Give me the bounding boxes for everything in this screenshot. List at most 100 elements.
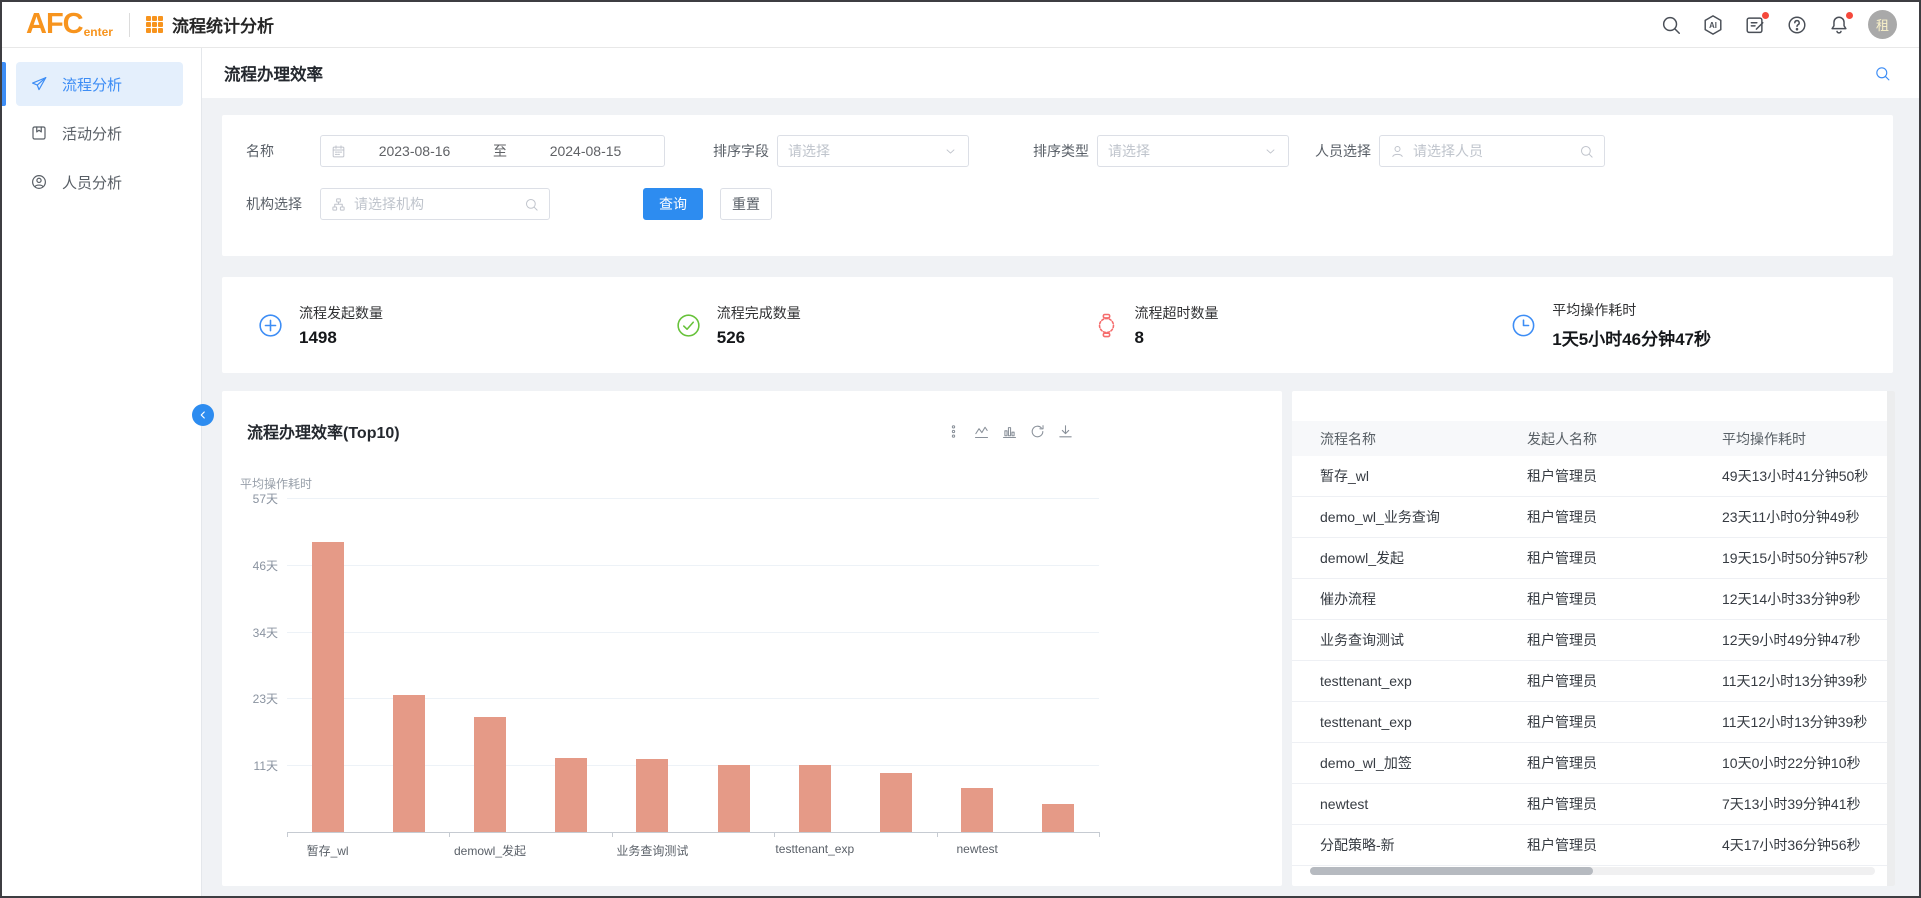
avg-duration-cell: 11天12小时13分钟39秒 — [1722, 712, 1895, 732]
sidebar-item-personnel-analysis[interactable]: 人员分析 — [16, 160, 183, 204]
x-tick-label: newtest — [957, 842, 998, 856]
process-name-cell: 业务查询测试 — [1320, 630, 1527, 650]
y-tick-label: 57天 — [222, 490, 278, 507]
chart-card: 流程办理效率(Top10) 平均操作耗时57天46天34天23天11天暂存_wl… — [222, 391, 1282, 886]
initiator-cell: 租户管理员 — [1527, 466, 1722, 486]
org-picker[interactable] — [320, 188, 550, 220]
y-tick-label: 46天 — [222, 557, 278, 574]
org-tree-icon — [331, 197, 346, 212]
table-row: 业务查询测试租户管理员12天9小时49分钟47秒 — [1292, 620, 1895, 661]
table-row: demowl_发起租户管理员19天15小时50分钟57秒 — [1292, 538, 1895, 579]
avg-duration-cell: 11天12小时13分钟39秒 — [1722, 671, 1895, 691]
horizontal-scrollbar — [1310, 867, 1875, 875]
reset-button[interactable]: 重置 — [720, 188, 772, 220]
org-input[interactable] — [354, 196, 516, 212]
sort-field-label: 排序字段 — [713, 141, 769, 161]
person-input[interactable] — [1413, 143, 1571, 159]
table-row: testtenant_exp租户管理员11天12小时13分钟39秒 — [1292, 661, 1895, 702]
svg-text:AI: AI — [1709, 21, 1717, 30]
stat-card-2: 流程超时数量8 — [1058, 303, 1476, 348]
chart-bar — [555, 758, 587, 832]
person-picker[interactable] — [1379, 135, 1605, 167]
page-title: 流程办理效率 — [224, 61, 323, 85]
sort-type-select[interactable] — [1097, 135, 1289, 167]
logo[interactable]: AFC enter — [26, 10, 113, 39]
process-name-cell: demo_wl_业务查询 — [1320, 507, 1527, 527]
person-icon — [30, 173, 62, 191]
table-row: 分配策略-新租户管理员4天17小时36分钟56秒 — [1292, 825, 1895, 866]
initiator-cell: 租户管理员 — [1527, 794, 1722, 814]
avg-duration-cell: 23天11小时0分钟49秒 — [1722, 507, 1895, 527]
send-icon — [30, 75, 62, 93]
initiator-cell: 租户管理员 — [1527, 507, 1722, 527]
table-row: 暂存_wl租户管理员49天13小时41分钟50秒 — [1292, 456, 1895, 497]
initiator-cell: 租户管理员 — [1527, 548, 1722, 568]
stat-label: 平均操作耗时 — [1552, 300, 1711, 320]
sort-type-label: 排序类型 — [1033, 141, 1089, 161]
initiator-cell: 租户管理员 — [1527, 835, 1722, 855]
horizontal-scrollbar-thumb[interactable] — [1310, 867, 1593, 875]
process-name-cell: testtenant_exp — [1320, 714, 1527, 730]
search-icon — [1579, 144, 1594, 159]
search-icon[interactable] — [1660, 14, 1682, 36]
stat-value: 8 — [1135, 328, 1219, 348]
stat-value: 1天5小时46分钟47秒 — [1552, 325, 1711, 350]
sidebar-item-activity-analysis[interactable]: 活动分析 — [16, 111, 183, 155]
process-name-cell: 催办流程 — [1320, 589, 1527, 609]
sort-field-select[interactable] — [777, 135, 969, 167]
date-range-picker[interactable]: 2023-08-16 至 2024-08-15 — [320, 135, 665, 167]
calendar-icon — [331, 144, 346, 159]
column-header: 发起人名称 — [1527, 429, 1722, 449]
vertical-scrollbar[interactable] — [1887, 391, 1895, 886]
x-axis-tick — [287, 832, 288, 837]
person-filter-label: 人员选择 — [1315, 141, 1371, 161]
avg-duration-cell: 12天9小时49分钟47秒 — [1722, 630, 1895, 650]
notifications-icon[interactable] — [1828, 14, 1850, 36]
x-tick-label: demowl_发起 — [454, 842, 526, 859]
notification-badge — [1846, 12, 1853, 19]
y-tick-label: 11天 — [222, 757, 278, 774]
filter-card: 名称 2023-08-16 至 2024-08-15 排序字段 排序类型 — [222, 115, 1893, 256]
avg-duration-cell: 19天15小时50分钟57秒 — [1722, 548, 1895, 568]
column-header: 平均操作耗时 — [1722, 429, 1895, 449]
sidebar-item-process-analysis[interactable]: 流程分析 — [16, 62, 183, 106]
sort-type-input[interactable] — [1108, 143, 1255, 159]
query-button[interactable]: 查询 — [643, 188, 703, 220]
help-icon[interactable] — [1786, 14, 1808, 36]
feedback-icon[interactable] — [1744, 14, 1766, 36]
table-header: 流程名称发起人名称平均操作耗时 — [1292, 421, 1895, 456]
process-name-cell: demo_wl_加签 — [1320, 753, 1527, 773]
avg-duration-cell: 10天0小时22分钟10秒 — [1722, 753, 1895, 773]
x-tick-label: 暂存_wl — [307, 842, 349, 859]
chart-bar — [799, 765, 831, 832]
name-filter-label: 名称 — [246, 141, 312, 161]
y-tick-label: 23天 — [222, 690, 278, 707]
table-row: testtenant_exp租户管理员11天12小时13分钟39秒 — [1292, 702, 1895, 743]
x-axis-tick — [937, 832, 938, 837]
avg-duration-cell: 7天13小时39分钟41秒 — [1722, 794, 1895, 814]
stat-value: 1498 — [299, 328, 383, 348]
stat-card-3: 平均操作耗时 1天5小时46分钟47秒 — [1475, 300, 1893, 350]
page-search-icon[interactable] — [1874, 65, 1891, 82]
ai-assistant-icon[interactable]: AI — [1702, 14, 1724, 36]
chart-bar — [474, 717, 506, 832]
initiator-cell: 租户管理员 — [1527, 589, 1722, 609]
stat-label: 流程完成数量 — [717, 303, 801, 323]
notification-badge — [1762, 12, 1769, 19]
watch-icon — [1093, 312, 1120, 339]
sort-field-input[interactable] — [788, 143, 935, 159]
stat-card-0: 流程发起数量1498 — [222, 303, 640, 348]
chevron-down-icon — [943, 144, 958, 159]
initiator-cell: 租户管理员 — [1527, 712, 1722, 732]
sidebar-collapse-button[interactable] — [192, 404, 214, 426]
app-window: AFC enter 流程统计分析 AI 租 流程分析活动分析人员分析 流程办理效… — [0, 0, 1921, 898]
chart-bar — [961, 788, 993, 832]
top-header: AFC enter 流程统计分析 AI 租 — [2, 2, 1919, 48]
date-end-value: 2024-08-15 — [517, 143, 654, 159]
avatar-text: 租 — [1876, 15, 1889, 34]
gridline — [287, 565, 1099, 566]
avg-duration-cell: 49天13小时41分钟50秒 — [1722, 466, 1895, 486]
table-row: newtest租户管理员7天13小时39分钟41秒 — [1292, 784, 1895, 825]
avg-duration-cell: 12天14小时33分钟9秒 — [1722, 589, 1895, 609]
avatar[interactable]: 租 — [1868, 10, 1897, 39]
